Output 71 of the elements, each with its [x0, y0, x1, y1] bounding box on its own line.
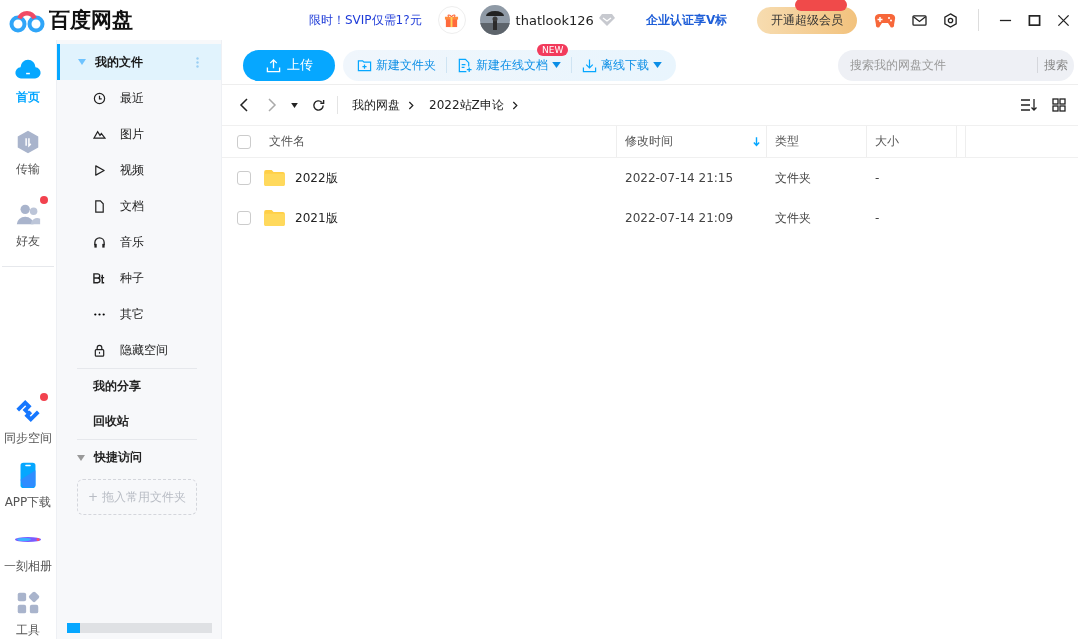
table-cell: -: [875, 171, 880, 185]
table-cell: 2022-07-14 21:09: [625, 211, 734, 225]
sync-icon: [14, 397, 42, 425]
category-item[interactable]: 种子: [120, 269, 144, 287]
chevron-icon: [408, 100, 415, 110]
sidebar-link[interactable]: 回收站: [93, 413, 129, 430]
upload-icon: [265, 57, 281, 73]
table-cell: 文件夹: [775, 210, 811, 225]
bt-icon: [92, 271, 107, 285]
column-header[interactable]: 大小: [875, 133, 899, 150]
new-badge: NEW: [537, 43, 569, 56]
mail-icon[interactable]: [912, 13, 927, 27]
vip-button[interactable]: 开通超级会员: [757, 6, 858, 34]
username[interactable]: thatlook126: [515, 12, 594, 28]
grid-view-icon[interactable]: [1052, 98, 1066, 112]
category-item[interactable]: 最近: [120, 89, 144, 107]
play-icon: [93, 163, 106, 177]
diamond-icon: [597, 13, 616, 27]
column-header[interactable]: 修改时间: [625, 133, 673, 150]
back-icon[interactable]: [239, 98, 251, 112]
gift-icon: [444, 12, 460, 28]
download-icon: [582, 57, 597, 73]
nav-item[interactable]: 工具: [0, 589, 56, 639]
lock-icon: [93, 343, 106, 357]
nav-item[interactable]: 一刻相册: [0, 525, 56, 575]
folder-icon: [264, 170, 285, 186]
refresh-icon[interactable]: [312, 98, 325, 112]
settings-icon[interactable]: [943, 12, 958, 28]
row-checkbox[interactable]: [236, 211, 251, 225]
document-icon: [93, 199, 106, 213]
column-header[interactable]: 类型: [775, 133, 799, 150]
column-header[interactable]: 文件名: [269, 133, 305, 150]
folder-icon: [264, 210, 285, 226]
folder-plus-icon: [357, 57, 372, 73]
category-item[interactable]: 音乐: [120, 233, 144, 251]
quick-access-label[interactable]: 快捷访问: [94, 449, 142, 466]
table-cell: 2022-07-14 21:15: [625, 171, 734, 185]
file-name[interactable]: 2021版: [295, 209, 338, 227]
sidebar-link[interactable]: 我的分享: [93, 378, 141, 395]
my-files-item[interactable]: 我的文件: [95, 53, 143, 71]
document-plus-icon: [457, 57, 472, 73]
row-checkbox[interactable]: [236, 171, 251, 185]
table-cell: 文件夹: [775, 170, 811, 185]
feather-icon: [15, 536, 41, 542]
nav-item[interactable]: 好友: [2, 200, 54, 250]
expand-arrow-icon[interactable]: [77, 454, 85, 461]
headphones-icon: [93, 235, 106, 249]
app-title: 百度网盘: [49, 7, 133, 34]
clock-icon: [93, 91, 106, 105]
enterprise-link[interactable]: 企业认证享V标: [645, 11, 728, 29]
promo-badge: [795, 0, 848, 11]
breadcrumb-link[interactable]: 2022站Z申论: [429, 96, 504, 114]
caret-icon[interactable]: [291, 102, 298, 108]
sort-icon[interactable]: [1020, 98, 1038, 112]
breadcrumb-link[interactable]: 我的网盘: [352, 96, 400, 114]
maximize-icon[interactable]: [1028, 13, 1041, 27]
category-item[interactable]: 隐藏空间: [120, 341, 168, 359]
file-name[interactable]: 2022版: [295, 169, 338, 187]
category-item[interactable]: 图片: [120, 125, 144, 143]
table-cell: -: [875, 211, 880, 225]
select-all-checkbox[interactable]: [236, 134, 251, 149]
category-item[interactable]: 视频: [120, 161, 144, 179]
nav-item[interactable]: 传输: [2, 128, 54, 178]
chevron-icon: [511, 100, 519, 110]
category-item[interactable]: 文档: [120, 197, 144, 215]
promo-link[interactable]: 限时！SVIP仅需1?元: [309, 11, 422, 29]
nav-item[interactable]: APP下载: [0, 461, 56, 511]
gamepad-icon[interactable]: [874, 12, 896, 28]
nav-item[interactable]: 同步空间: [0, 397, 56, 447]
category-item[interactable]: 其它: [120, 305, 144, 323]
close-icon[interactable]: [1057, 13, 1070, 27]
